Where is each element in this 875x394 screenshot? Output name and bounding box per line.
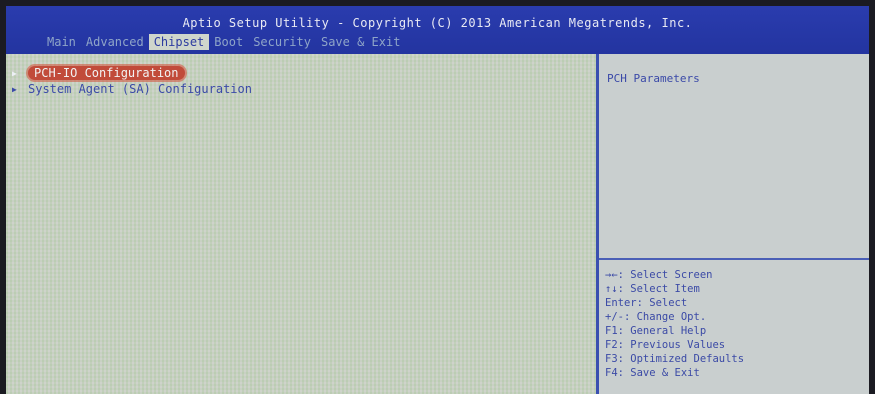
key-legend: →←: Select Screen ↑↓: Select Item Enter:…: [605, 268, 744, 380]
menu-item-label: System Agent (SA) Configuration: [28, 82, 252, 96]
window-title: Aptio Setup Utility - Copyright (C) 2013…: [182, 16, 693, 30]
key-hint: Enter: Select: [605, 297, 688, 309]
key-hint: F2: Previous Values: [605, 339, 726, 351]
header-bar: Aptio Setup Utility - Copyright (C) 2013…: [6, 6, 869, 54]
tab-security[interactable]: Security: [248, 34, 316, 50]
menu-list: ▶ PCH-IO Configuration ▶ System Agent (S…: [12, 65, 252, 97]
triangle-right-icon: ▶: [12, 84, 17, 94]
tab-chipset[interactable]: Chipset: [148, 34, 210, 50]
triangle-right-icon: ▶: [12, 68, 17, 78]
tab-main[interactable]: Main: [42, 34, 81, 50]
settings-pane: [6, 54, 596, 394]
tab-bar: Main Advanced Chipset Boot Security Save…: [42, 34, 405, 50]
help-separator: [599, 258, 869, 260]
key-hint: F1: General Help: [605, 325, 707, 337]
menu-item-pch-io[interactable]: ▶ PCH-IO Configuration: [12, 65, 252, 81]
help-title: PCH Parameters: [607, 72, 700, 85]
help-pane: PCH Parameters →←: Select Screen ↑↓: Sel…: [599, 54, 869, 394]
key-hint: ↑↓: Select Item: [605, 283, 700, 295]
tab-advanced[interactable]: Advanced: [81, 34, 149, 50]
key-hint: F4: Save & Exit: [605, 367, 700, 379]
key-hint: +/-: Change Opt.: [605, 311, 707, 323]
bios-screen: Aptio Setup Utility - Copyright (C) 2013…: [6, 6, 869, 394]
tab-save-exit[interactable]: Save & Exit: [316, 34, 405, 50]
menu-item-label: PCH-IO Configuration: [28, 66, 185, 80]
tab-boot[interactable]: Boot: [209, 34, 248, 50]
key-hint: →←: Select Screen: [605, 269, 713, 281]
key-hint: F3: Optimized Defaults: [605, 353, 745, 365]
menu-item-system-agent[interactable]: ▶ System Agent (SA) Configuration: [12, 81, 252, 97]
